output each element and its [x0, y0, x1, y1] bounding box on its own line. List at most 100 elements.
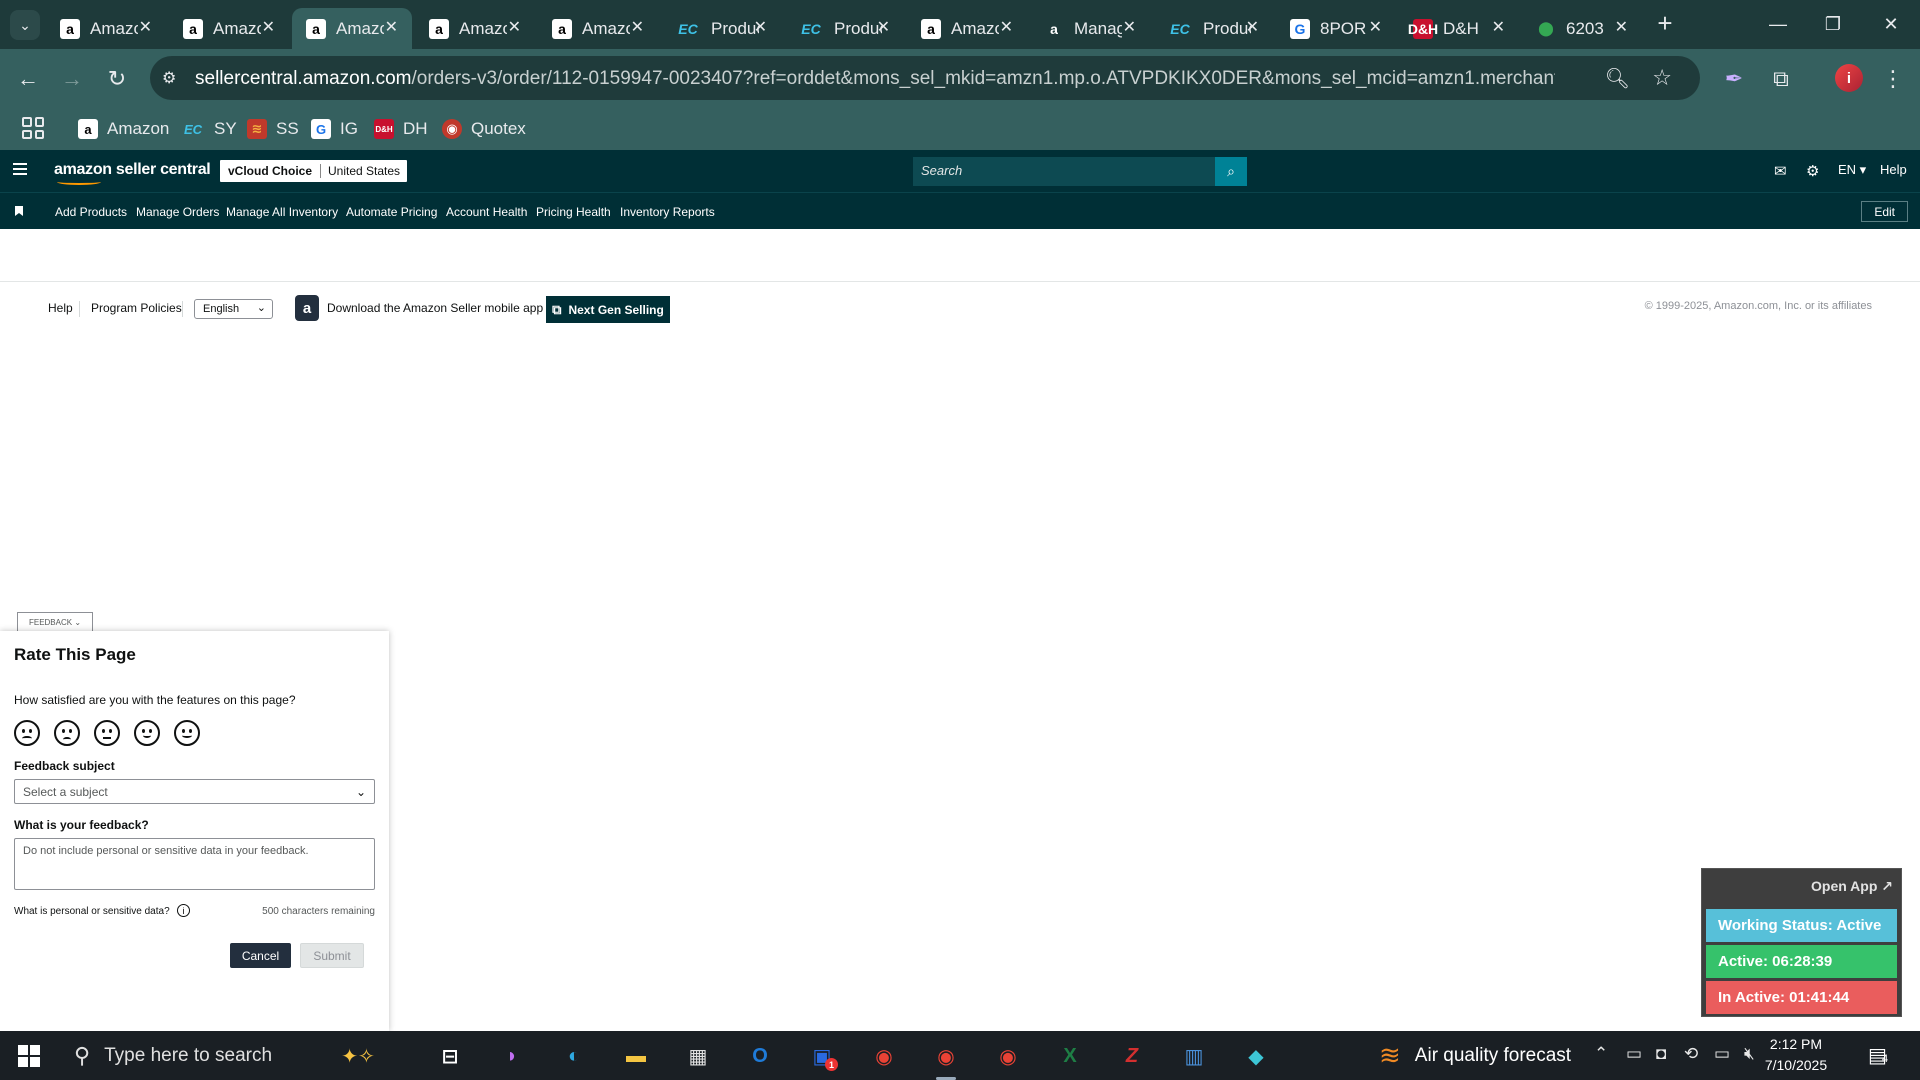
taskbar-search[interactable]: ⚲ Type here to search [62, 1032, 345, 1079]
chrome-icon[interactable]: ◉ [990, 1039, 1026, 1073]
browser-tab[interactable]: EC Product ✕ [661, 8, 781, 49]
edge-icon[interactable]: ◐ [556, 1039, 592, 1073]
nav-automate-pricing[interactable]: Automate Pricing [346, 205, 437, 219]
file-explorer-icon[interactable]: ▬ [618, 1039, 654, 1073]
mail-icon[interactable]: ✉ [1774, 162, 1787, 180]
browser-tab[interactable]: a Amazon ✕ [907, 8, 1027, 49]
display-icon[interactable]: ▭ [1626, 1044, 1642, 1064]
close-icon[interactable]: ✕ [1246, 17, 1259, 37]
bookmark-ig[interactable]: G IG [311, 115, 358, 143]
browser-tab[interactable]: a Amazon ✕ [415, 8, 535, 49]
bookmark-star-icon[interactable]: ☆ [1652, 65, 1672, 91]
seller-search[interactable]: Search ⌕ [913, 157, 1247, 186]
browser-tab[interactable]: EC Product ✕ [784, 8, 904, 49]
close-icon[interactable]: ✕ [1123, 17, 1136, 37]
dissatisfied-face-icon[interactable] [54, 720, 80, 746]
filezilla-icon[interactable]: Z [1114, 1039, 1150, 1073]
extension-icon[interactable]: ✒ [1718, 63, 1750, 95]
sensitive-data-link[interactable]: What is personal or sensitive data? [14, 906, 170, 917]
seller-central-logo[interactable]: amazon seller central [54, 161, 211, 185]
neutral-face-icon[interactable] [94, 720, 120, 746]
windows-start-icon[interactable] [18, 1045, 40, 1067]
close-icon[interactable]: ✕ [385, 17, 398, 37]
sync-icon[interactable]: ⟲ [1684, 1044, 1698, 1064]
footer-program-policies-link[interactable]: Program Policies [91, 301, 182, 315]
cancel-button[interactable]: Cancel [230, 943, 291, 968]
notifications-icon[interactable]: ▤ 4 [1868, 1043, 1888, 1068]
close-icon[interactable]: ✕ [1369, 17, 1382, 37]
bookmark-quotex[interactable]: ◉ Quotex [442, 115, 526, 143]
browser-tab[interactable]: a Manage ✕ [1030, 8, 1150, 49]
outlook-icon[interactable]: O [742, 1039, 778, 1073]
language-select[interactable]: English ⌄ [194, 299, 273, 319]
battery-icon[interactable]: ▭ [1714, 1044, 1730, 1064]
excel-icon[interactable]: X [1052, 1039, 1088, 1073]
nav-inventory-reports[interactable]: Inventory Reports [620, 205, 715, 219]
browser-tab[interactable]: EC Product ✕ [1153, 8, 1273, 49]
chrome-icon-active[interactable]: ◉ [928, 1039, 964, 1080]
close-icon[interactable]: ✕ [877, 17, 890, 37]
minimize-button[interactable]: — [1753, 6, 1803, 42]
browser-tab[interactable]: a Amazon ✕ [46, 8, 166, 49]
close-icon[interactable]: ✕ [139, 17, 152, 37]
gear-icon[interactable]: ⚙ [1806, 162, 1819, 180]
forward-button[interactable]: → [56, 63, 88, 95]
feedback-textarea[interactable] [14, 838, 375, 890]
close-icon[interactable]: ✕ [262, 17, 275, 37]
browser-tab[interactable]: a Amazon ✕ [538, 8, 658, 49]
footer-help-link[interactable]: Help [48, 301, 73, 315]
help-link[interactable]: Help [1880, 162, 1907, 177]
bookmark-dh[interactable]: D&H DH [374, 115, 428, 143]
browser-tab[interactable]: D&H D&H ✕ [1399, 8, 1519, 49]
bookmark-sy[interactable]: EC SY [181, 115, 237, 143]
tab-search-button[interactable]: ⌄ [10, 10, 40, 40]
bookmark-icon[interactable] [15, 206, 23, 216]
browser-menu-icon[interactable]: ⋮ [1877, 63, 1909, 95]
nav-manage-all-inventory[interactable]: Manage All Inventory [226, 205, 338, 219]
satisfied-face-icon[interactable] [134, 720, 160, 746]
url-text[interactable]: sellercentral.amazon.com/orders-v3/order… [195, 68, 1555, 90]
language-menu[interactable]: EN ▾ [1838, 162, 1866, 178]
mobile-app-link[interactable]: a Download the Amazon Seller mobile app [295, 295, 543, 321]
menu-icon[interactable] [13, 163, 27, 175]
search-input[interactable]: Search [921, 163, 962, 178]
browser-tab[interactable]: a Amazon ✕ [169, 8, 289, 49]
next-gen-selling-button[interactable]: ⧉ Next Gen Selling [546, 296, 670, 323]
profile-avatar[interactable]: i [1835, 64, 1863, 92]
site-info-icon[interactable]: ⚙ [162, 68, 176, 88]
very-satisfied-face-icon[interactable] [174, 720, 200, 746]
bookmark-amazon[interactable]: a Amazon [78, 115, 169, 143]
address-bar[interactable]: ⚙ sellercentral.amazon.com/orders-v3/ord… [150, 56, 1700, 100]
chrome-icon[interactable]: ◉ [866, 1039, 902, 1073]
weather-widget[interactable]: ≋ Air quality forecast [1379, 1032, 1571, 1079]
close-icon[interactable]: ✕ [631, 17, 644, 37]
apps-grid-icon[interactable] [22, 117, 44, 139]
calendar-icon[interactable]: ▣ 1 [804, 1039, 840, 1073]
microsoft-store-icon[interactable]: ▦ [680, 1039, 716, 1073]
chevron-up-icon[interactable]: ⌃ [1594, 1044, 1608, 1064]
browser-tab-active[interactable]: a Amazon ✕ [292, 8, 412, 49]
very-dissatisfied-face-icon[interactable] [14, 720, 40, 746]
extensions-puzzle-icon[interactable]: ⧉ [1765, 63, 1797, 95]
store-switcher[interactable]: vCloud Choice United States [220, 160, 408, 182]
feedback-subject-select[interactable]: Select a subject ⌄ [14, 779, 375, 804]
open-app-button[interactable]: Open App ↗ [1811, 878, 1893, 895]
close-window-button[interactable]: ✕ [1866, 6, 1916, 42]
edit-nav-button[interactable]: Edit [1861, 201, 1908, 222]
info-icon[interactable]: i [177, 904, 190, 917]
zoom-icon[interactable]: 🔍︎ [1605, 66, 1630, 91]
back-button[interactable]: ← [12, 63, 44, 95]
submit-button[interactable]: Submit [300, 943, 364, 968]
copilot-icon[interactable]: ◗ [494, 1039, 530, 1073]
reload-button[interactable]: ↻ [101, 63, 133, 95]
nav-manage-orders[interactable]: Manage Orders [136, 205, 219, 219]
nav-account-health[interactable]: Account Health [446, 205, 527, 219]
browser-tab[interactable]: G 8POR ✕ [1276, 8, 1396, 49]
close-icon[interactable]: ✕ [1000, 17, 1013, 37]
search-icon[interactable]: ⌕ [1215, 157, 1247, 186]
task-view-icon[interactable]: ⊟ [432, 1039, 468, 1073]
app-diamond-icon[interactable]: ◆ [1238, 1039, 1274, 1073]
nav-pricing-health[interactable]: Pricing Health [536, 205, 611, 219]
close-icon[interactable]: ✕ [508, 17, 521, 37]
camera-icon[interactable]: ◘ [1656, 1044, 1666, 1064]
